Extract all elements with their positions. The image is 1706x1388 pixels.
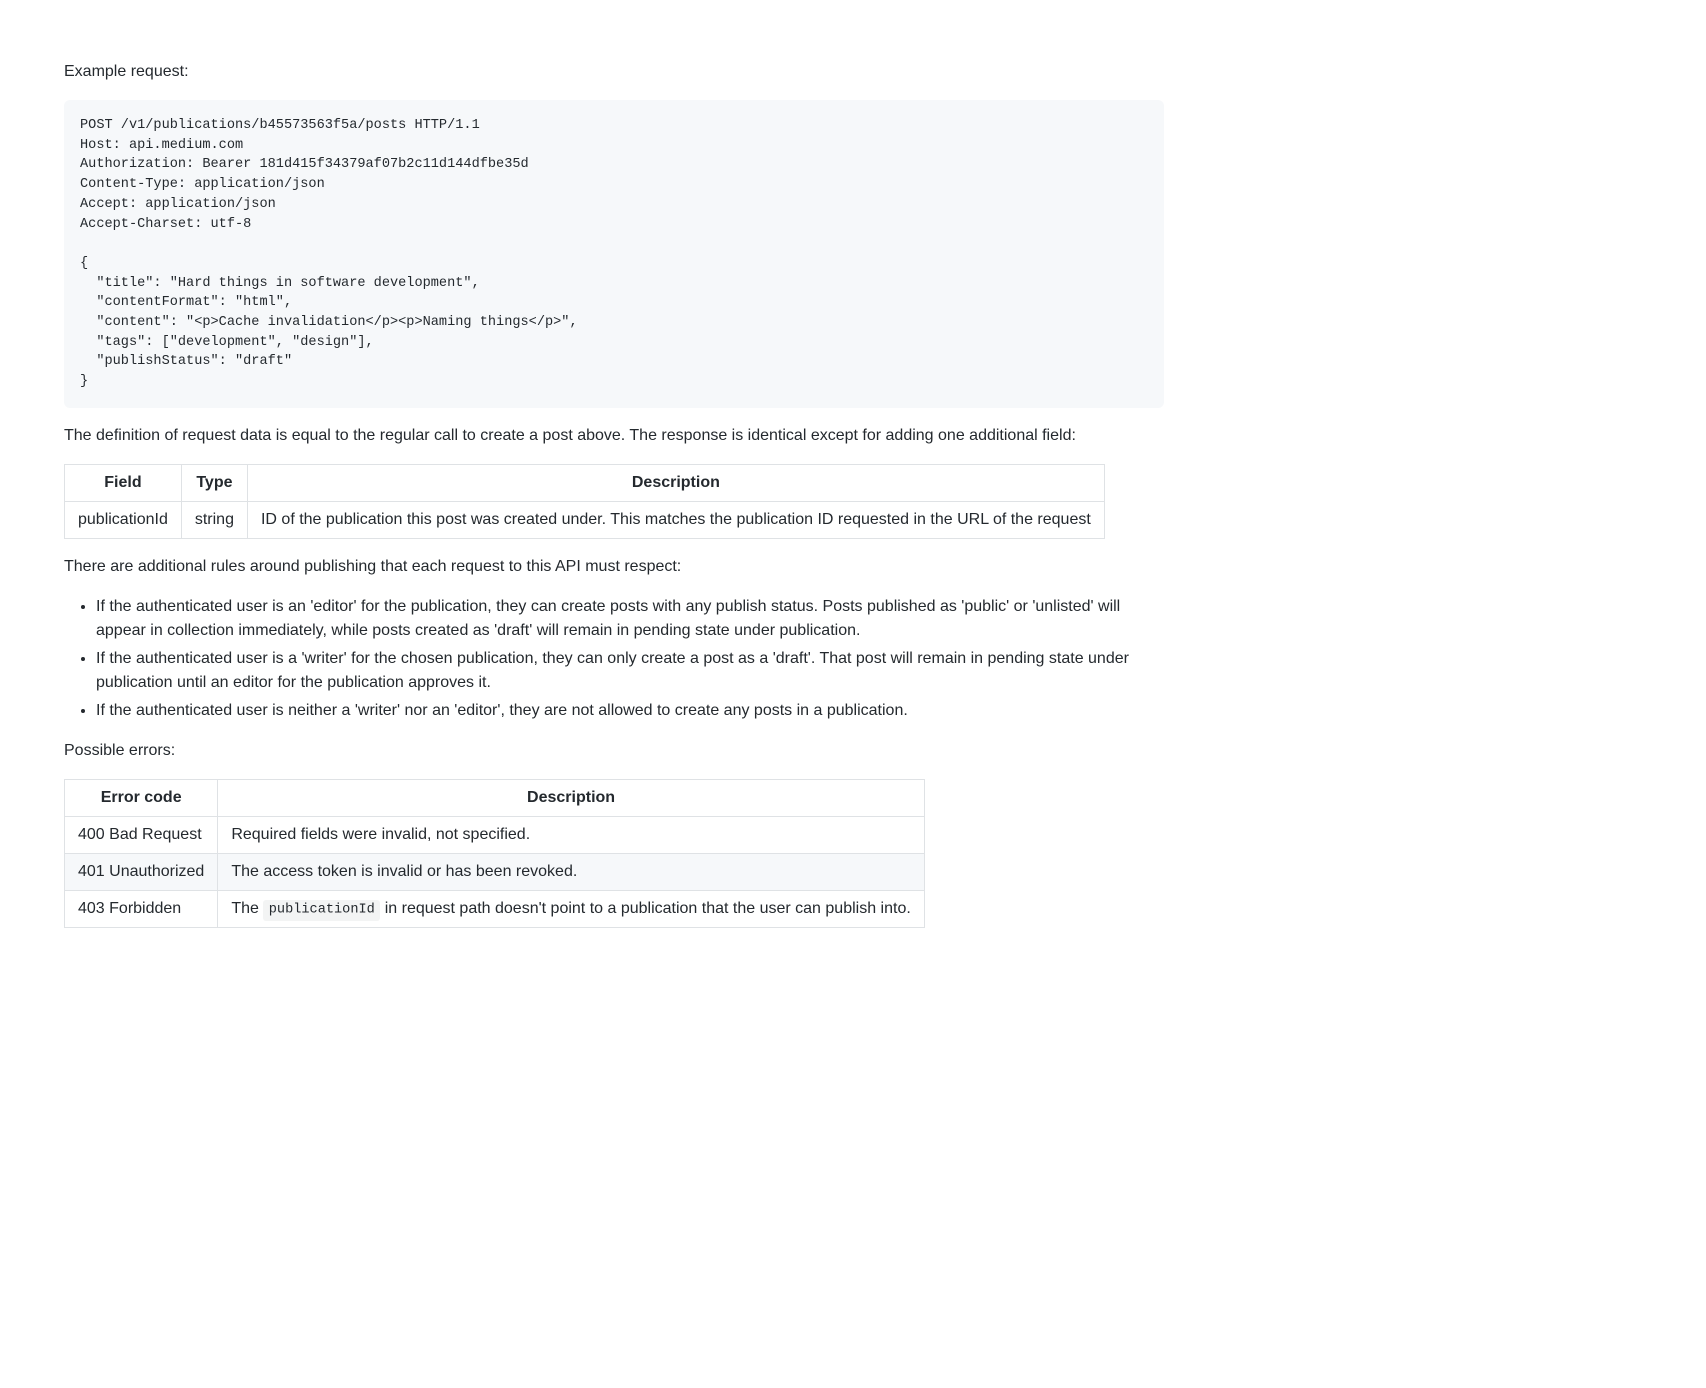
- fields-cell-type: string: [181, 501, 247, 538]
- errors-table: Error code Description 400 Bad Request R…: [64, 779, 1164, 928]
- fields-cell-field: publicationId: [65, 501, 182, 538]
- list-item: If the authenticated user is an 'editor'…: [96, 595, 1164, 643]
- rules-list: If the authenticated user is an 'editor'…: [64, 595, 1164, 723]
- example-request-code-block: POST /v1/publications/b45573563f5a/posts…: [64, 100, 1164, 408]
- fields-header-type: Type: [181, 464, 247, 501]
- errors-cell-code: 401 Unauthorized: [65, 853, 218, 890]
- definition-paragraph: The definition of request data is equal …: [64, 424, 1164, 448]
- rules-intro: There are additional rules around publis…: [64, 555, 1164, 579]
- error-desc-suffix: in request path doesn't point to a publi…: [380, 900, 911, 917]
- fields-header-field: Field: [65, 464, 182, 501]
- table-row: 400 Bad Request Required fields were inv…: [65, 816, 925, 853]
- fields-cell-description: ID of the publication this post was crea…: [247, 501, 1104, 538]
- table-row: 403 Forbidden The publicationId in reque…: [65, 890, 925, 927]
- table-row: 401 Unauthorized The access token is inv…: [65, 853, 925, 890]
- example-request-label: Example request:: [64, 60, 1164, 84]
- errors-header-code: Error code: [65, 779, 218, 816]
- errors-cell-code: 400 Bad Request: [65, 816, 218, 853]
- error-desc-prefix: The: [231, 900, 263, 917]
- errors-cell-description: The publicationId in request path doesn'…: [218, 890, 924, 927]
- fields-table: Field Type Description publicationId str…: [64, 464, 1164, 539]
- table-row: publicationId string ID of the publicati…: [65, 501, 1105, 538]
- table-header-row: Field Type Description: [65, 464, 1105, 501]
- errors-header-description: Description: [218, 779, 924, 816]
- table-header-row: Error code Description: [65, 779, 925, 816]
- errors-cell-description: The access token is invalid or has been …: [218, 853, 924, 890]
- errors-cell-code: 403 Forbidden: [65, 890, 218, 927]
- fields-header-description: Description: [247, 464, 1104, 501]
- list-item: If the authenticated user is a 'writer' …: [96, 647, 1164, 695]
- inline-code: publicationId: [263, 900, 380, 920]
- possible-errors-label: Possible errors:: [64, 739, 1164, 763]
- list-item: If the authenticated user is neither a '…: [96, 699, 1164, 723]
- errors-cell-description: Required fields were invalid, not specif…: [218, 816, 924, 853]
- doc-container: Example request: POST /v1/publications/b…: [64, 60, 1164, 928]
